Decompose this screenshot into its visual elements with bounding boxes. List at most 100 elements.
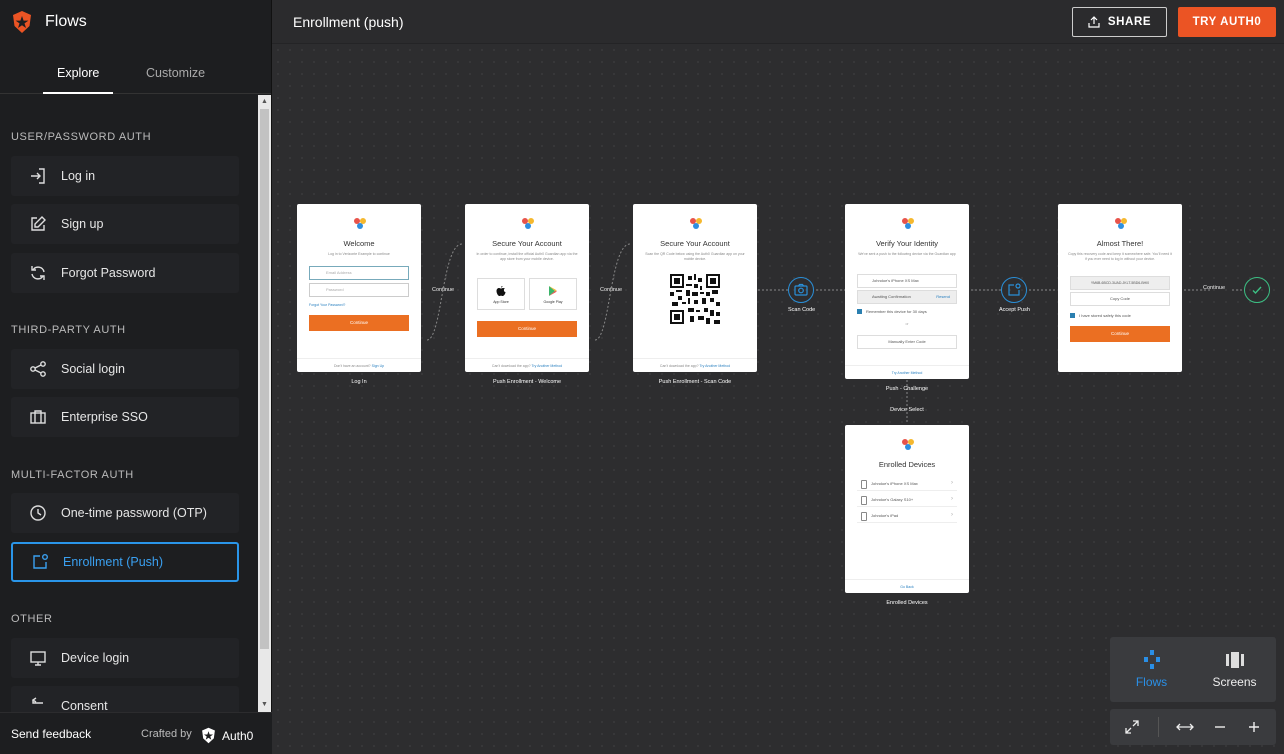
qr-code-icon (670, 274, 720, 324)
screens-view-label: Screens (1212, 675, 1257, 689)
screen-card-recovery-code[interactable]: Almost There! Copy this recovery code an… (1058, 204, 1182, 372)
card-subtitle: Scan the QR Code below using the Auth0 G… (645, 252, 745, 261)
sidebar-item-signup[interactable]: Sign up (11, 204, 239, 244)
screen-card-push-welcome[interactable]: Secure Your Account In order to continue… (465, 204, 589, 372)
brand-dots-icon (902, 218, 914, 229)
auth0-logo-icon (13, 11, 31, 33)
sidebar-item-enrollment-push[interactable]: Enrollment (Push) (11, 542, 239, 582)
sidebar-item-label: Social login (61, 362, 125, 376)
google-play-icon (549, 286, 557, 296)
card-title: Almost There! (1096, 239, 1144, 248)
list-item: Johndoe's Galaxy S10+ (857, 492, 957, 507)
sidebar-item-otp[interactable]: One-time password (OTP) (11, 493, 239, 533)
upload-icon (1088, 16, 1100, 28)
sidebar-item-label: Sign up (61, 217, 104, 231)
edge-label: Device Select (890, 407, 924, 413)
flow-complete-icon (1244, 277, 1270, 303)
horizontal-arrows-icon (1176, 723, 1194, 731)
sidebar-item-label: One-time password (OTP) (61, 506, 207, 520)
brand-dots-icon (690, 218, 702, 229)
scan-code-step[interactable] (788, 277, 814, 303)
push-icon (30, 552, 50, 572)
sidebar-item-social-login[interactable]: Social login (11, 349, 239, 389)
section-title: USER/PASSWORD AUTH (11, 131, 152, 143)
auth0-shield-icon (202, 727, 215, 744)
footer-text: Don't have an account? (333, 364, 371, 368)
stored-checkbox: I have stored safely this code (1070, 313, 1131, 318)
screen-card-scan-code[interactable]: Secure Your Account Scan the QR Code bel… (633, 204, 757, 372)
remember-checkbox: Remember this device for 30 days (857, 309, 927, 314)
resend-link: Resend (936, 294, 950, 299)
scroll-down-icon[interactable]: ▼ (261, 701, 268, 708)
fullscreen-button[interactable] (1114, 709, 1150, 745)
screen-card-login[interactable]: Welcome Log in to Verizonte Example to c… (297, 204, 421, 372)
brand-dots-icon (354, 218, 366, 229)
card-title: Welcome (343, 239, 375, 248)
app-store-label: App Store (493, 300, 509, 304)
zoom-out-button[interactable] (1202, 709, 1238, 745)
sidebar-item-label: Enrollment (Push) (63, 555, 164, 569)
sidebar-item-forgot-password[interactable]: Forgot Password (11, 253, 239, 293)
login-icon (28, 166, 48, 186)
screen-card-push-challenge[interactable]: Verify Your Identity We've sent a push t… (845, 204, 969, 379)
flows-view-button[interactable]: Flows (1110, 637, 1193, 702)
flows-icon (1144, 650, 1160, 669)
fit-width-button[interactable] (1167, 709, 1203, 745)
card-caption: Push Enrollment - Scan Code (658, 379, 732, 385)
sidebar-item-device-login[interactable]: Device login (11, 638, 239, 678)
card-footer: Try Another Method (845, 365, 969, 379)
brand-dots-icon (902, 439, 914, 450)
sidebar-footer: Send feedback Crafted by Auth0 (0, 712, 272, 754)
check-icon (1252, 286, 1262, 295)
continue-button: Continue (309, 315, 409, 331)
accept-push-step[interactable] (1001, 277, 1027, 303)
sidebar-item-label: Forgot Password (61, 266, 156, 280)
or-divider: or (905, 322, 909, 326)
sidebar-item-label: Enterprise SSO (61, 410, 148, 424)
continue-button: Continue (477, 321, 577, 337)
try-auth0-button[interactable]: TRY AUTH0 (1178, 7, 1276, 37)
share-button[interactable]: SHARE (1072, 7, 1167, 37)
edge-label: Scan Code (788, 307, 816, 313)
screens-view-button[interactable]: Screens (1193, 637, 1276, 702)
card-caption: Push Enrollment - Welcome (492, 379, 562, 385)
edit-icon (28, 214, 48, 234)
card-footer: Can't download the app? Try Another Meth… (465, 358, 589, 372)
section-title: OTHER (11, 613, 53, 625)
zoom-in-button[interactable] (1236, 709, 1272, 745)
screens-icon (1226, 652, 1244, 668)
edge-label: Continue (600, 287, 623, 293)
card-subtitle: Log in to Verizonte Example to continue (328, 252, 390, 256)
section-title: MULTI-FACTOR AUTH (11, 469, 134, 481)
edge-label: Continue (1203, 285, 1226, 291)
card-caption: Log In (351, 379, 367, 385)
card-caption: Push - Challenge (885, 386, 929, 392)
google-play-label: Google Play (543, 300, 563, 304)
sidebar-item-consent[interactable]: Consent (11, 686, 239, 712)
scroll-up-icon[interactable]: ▲ (261, 98, 268, 105)
list-item: Johndoe's iPhone XS Max (857, 476, 957, 491)
share-label: SHARE (1107, 16, 1152, 28)
auth0-brand[interactable]: Auth0 (200, 727, 253, 744)
scrollbar-thumb[interactable] (260, 109, 269, 649)
card-footer: Go Back (845, 579, 969, 593)
sidebar-item-label: Device login (61, 651, 130, 665)
card-caption: Enrolled Devices (886, 600, 928, 606)
send-feedback-link[interactable]: Send feedback (11, 727, 91, 741)
divider (1158, 717, 1159, 737)
tab-underline (43, 92, 113, 94)
sidebar-item-login[interactable]: Log in (11, 156, 239, 196)
expand-icon (1125, 720, 1139, 734)
screen-card-enrolled-devices[interactable]: Enrolled Devices Johndoe's iPhone XS Max… (845, 425, 969, 593)
list-item: Johndoe's iPad (857, 508, 957, 523)
sidebar-item-enterprise-sso[interactable]: Enterprise SSO (11, 397, 239, 437)
footer-text: Can't download the app? (491, 364, 531, 368)
main-header: Enrollment (push) SHARE TRY AUTH0 (272, 0, 1284, 44)
awaiting-label: Awaiting Confirmation (872, 294, 911, 299)
clock-icon (28, 503, 48, 523)
camera-icon (794, 283, 808, 296)
tab-explore[interactable]: Explore (57, 66, 99, 80)
zoom-controls (1110, 709, 1276, 745)
tab-customize[interactable]: Customize (146, 66, 205, 80)
sidebar-scrollbar[interactable]: ▲ ▼ (258, 95, 271, 712)
